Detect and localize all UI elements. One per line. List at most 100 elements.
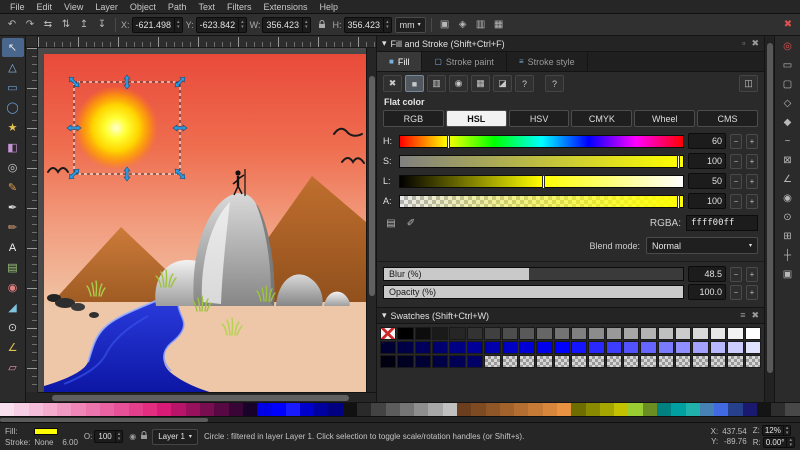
palette-color[interactable] bbox=[414, 403, 429, 416]
tool-measure[interactable]: ∠ bbox=[2, 338, 24, 357]
pattern-icon[interactable]: ▦ bbox=[471, 75, 490, 92]
swatch[interactable] bbox=[414, 327, 432, 340]
help-icon[interactable]: ? bbox=[545, 75, 564, 92]
swatch[interactable] bbox=[605, 341, 623, 354]
blur-minus-button[interactable]: − bbox=[730, 266, 742, 282]
tool-eraser[interactable]: ▱ bbox=[2, 358, 24, 377]
swatch[interactable] bbox=[623, 341, 640, 354]
palette-color[interactable] bbox=[699, 403, 715, 416]
palette-color[interactable] bbox=[514, 403, 529, 416]
swatch[interactable] bbox=[744, 327, 761, 340]
panel-arrow-icon[interactable]: ▾ bbox=[382, 38, 387, 49]
layer-visibility-icon[interactable]: ◉ bbox=[129, 432, 136, 441]
menu-item[interactable]: Extensions bbox=[257, 2, 313, 12]
snap-bbox-edge-icon[interactable]: ▢ bbox=[778, 76, 798, 93]
palette-scrollbar[interactable] bbox=[0, 416, 800, 422]
palette-color[interactable] bbox=[599, 403, 615, 416]
blur-plus-button[interactable]: + bbox=[746, 266, 758, 282]
color-palette-icon[interactable]: ▤ bbox=[383, 215, 399, 231]
swatch[interactable] bbox=[692, 355, 709, 368]
palette-color[interactable] bbox=[199, 403, 215, 416]
palette-color[interactable] bbox=[642, 403, 657, 416]
lightness-input[interactable]: 50 bbox=[688, 173, 726, 189]
swatch[interactable] bbox=[536, 327, 553, 340]
swatch[interactable] bbox=[397, 341, 414, 354]
blur-input[interactable]: 48.5 bbox=[688, 266, 726, 282]
opacity-slider[interactable]: Opacity (%) bbox=[383, 285, 684, 299]
swatch[interactable] bbox=[536, 341, 553, 354]
tool-paint-bucket[interactable]: ◢ bbox=[2, 298, 24, 317]
snap-bbox-corner-icon[interactable]: ◇ bbox=[778, 95, 798, 112]
swatch[interactable] bbox=[466, 355, 484, 368]
no-paint-icon[interactable]: ✖ bbox=[383, 75, 402, 92]
swatch[interactable] bbox=[553, 355, 570, 368]
rotation-input[interactable]: 0.00 ° ▴ ▾ bbox=[762, 437, 795, 448]
lightness-plus-button[interactable]: + bbox=[746, 173, 758, 189]
rotate-ccw-icon[interactable]: ↶ bbox=[4, 17, 20, 33]
palette-color[interactable] bbox=[342, 403, 358, 416]
menu-item[interactable]: Path bbox=[162, 2, 193, 12]
palette-color[interactable] bbox=[485, 403, 500, 416]
palette-color[interactable] bbox=[228, 403, 243, 416]
palette-color[interactable] bbox=[257, 403, 272, 416]
palette-color[interactable] bbox=[528, 403, 543, 416]
palette-color[interactable] bbox=[457, 403, 472, 416]
canvas-viewport[interactable] bbox=[38, 48, 366, 392]
color-picker-icon[interactable]: ✐ bbox=[403, 215, 419, 231]
rotate-cw-icon[interactable]: ↷ bbox=[22, 17, 38, 33]
palette-color[interactable] bbox=[214, 403, 229, 416]
swatch[interactable] bbox=[657, 341, 675, 354]
layer-select[interactable]: Layer 1 ▾ bbox=[152, 428, 198, 445]
swatch[interactable] bbox=[640, 355, 657, 368]
alpha-slider[interactable] bbox=[399, 194, 684, 209]
saturation-input[interactable]: 100 bbox=[688, 153, 726, 169]
h-input[interactable]: 356.423 ▴ ▾ bbox=[343, 16, 392, 33]
swatch[interactable] bbox=[709, 327, 727, 340]
alpha-plus-button[interactable]: + bbox=[746, 193, 758, 209]
swatch[interactable] bbox=[744, 341, 761, 354]
swatch[interactable] bbox=[466, 327, 484, 340]
swatch-icon[interactable]: ◪ bbox=[493, 75, 512, 92]
palette-color[interactable] bbox=[114, 403, 129, 416]
object-opacity-input[interactable]: 100 ▴ ▾ bbox=[94, 430, 124, 443]
snap-grid-icon[interactable]: ⊞ bbox=[778, 228, 798, 245]
palette-color[interactable] bbox=[285, 403, 300, 416]
menu-item[interactable]: Edit bbox=[31, 2, 59, 12]
tool-calligraphy[interactable]: ✏ bbox=[2, 218, 24, 237]
tool-rectangle[interactable]: ▭ bbox=[2, 78, 24, 97]
hue-minus-button[interactable]: − bbox=[730, 133, 742, 149]
palette-color[interactable] bbox=[14, 403, 29, 416]
document-page[interactable] bbox=[44, 54, 366, 392]
swatch[interactable] bbox=[449, 341, 466, 354]
palette-color[interactable] bbox=[157, 403, 172, 416]
swatch[interactable] bbox=[640, 327, 657, 340]
hue-plus-button[interactable]: + bbox=[746, 133, 758, 149]
palette-color[interactable] bbox=[128, 403, 143, 416]
swatch[interactable] bbox=[449, 327, 466, 340]
swatch[interactable] bbox=[518, 341, 536, 354]
swatch[interactable] bbox=[553, 341, 570, 354]
mode-rgb[interactable]: RGB bbox=[383, 110, 444, 127]
lightness-minus-button[interactable]: − bbox=[730, 173, 742, 189]
snap-cusp-icon[interactable]: ∠ bbox=[778, 171, 798, 188]
swatch[interactable] bbox=[605, 327, 623, 340]
blur-slider[interactable]: Blur (%) bbox=[383, 267, 684, 281]
palette-color[interactable] bbox=[742, 403, 757, 416]
swatch[interactable] bbox=[484, 355, 501, 368]
layer-lock-icon[interactable] bbox=[140, 431, 148, 442]
swatch[interactable] bbox=[432, 341, 449, 354]
drawing-svg[interactable] bbox=[44, 54, 366, 392]
palette-color[interactable] bbox=[385, 403, 400, 416]
palette-color[interactable] bbox=[614, 403, 629, 416]
tool-node-editor[interactable]: △ bbox=[2, 58, 24, 77]
affect-gradient-icon[interactable]: ▥ bbox=[473, 17, 489, 33]
swatch[interactable] bbox=[501, 355, 518, 368]
menu-item[interactable]: Text bbox=[192, 2, 221, 12]
palette-color[interactable] bbox=[28, 403, 43, 416]
flip-horizontal-icon[interactable]: ⇆ bbox=[40, 17, 56, 33]
tool-pen[interactable]: ✒ bbox=[2, 198, 24, 217]
hue-input[interactable]: 60 bbox=[688, 133, 726, 149]
close-panel-icon[interactable]: ✖ bbox=[751, 310, 759, 321]
hue-slider[interactable] bbox=[399, 134, 684, 149]
palette-color[interactable] bbox=[371, 403, 386, 416]
